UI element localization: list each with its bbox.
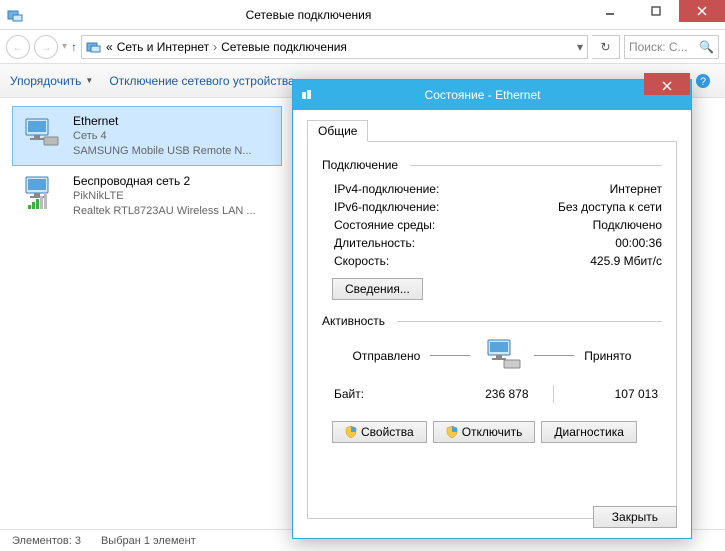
search-icon: 🔍 xyxy=(699,40,714,54)
activity-sent-label: Отправлено xyxy=(353,349,421,363)
nav-bar: ← → ▾ ↑ « Сеть и Интернет › Сетевые подк… xyxy=(0,30,725,64)
back-button[interactable]: ← xyxy=(6,35,30,59)
window-icon xyxy=(0,7,30,23)
window-title: Сетевые подключения xyxy=(30,8,587,22)
wifi-icon xyxy=(21,173,63,213)
forward-button[interactable]: → xyxy=(34,35,58,59)
ethernet-icon xyxy=(21,113,63,153)
ipv4-value: Интернет xyxy=(610,182,662,196)
speed-label: Скорость: xyxy=(334,254,389,268)
breadcrumb-part1[interactable]: Сеть и Интернет xyxy=(117,40,209,54)
help-button[interactable]: ? xyxy=(691,69,715,93)
media-value: Подключено xyxy=(593,218,662,232)
duration-label: Длительность: xyxy=(334,236,415,250)
up-button[interactable]: ↑ xyxy=(71,40,77,54)
dialog-close-button[interactable] xyxy=(644,73,690,95)
duration-value: 00:00:36 xyxy=(615,236,662,250)
connection-title: Ethernet xyxy=(73,113,273,129)
breadcrumb-prefix: « xyxy=(106,40,113,54)
connection-network: PikNikLTE xyxy=(73,189,273,204)
status-item-count: Элементов: 3 xyxy=(12,535,81,547)
connection-adapter: SAMSUNG Mobile USB Remote N... xyxy=(73,144,273,159)
disable-button[interactable]: Отключить xyxy=(433,421,536,443)
ipv4-label: IPv4-подключение: xyxy=(334,182,439,196)
ipv6-label: IPv6-подключение: xyxy=(334,200,439,214)
tab-general[interactable]: Общие xyxy=(307,120,368,142)
activity-recv-label: Принято xyxy=(584,349,631,363)
disable-device-button[interactable]: Отключение сетевого устройства xyxy=(109,74,294,88)
shield-icon xyxy=(446,426,458,438)
search-input[interactable]: Поиск: С... 🔍 xyxy=(624,35,719,59)
refresh-button[interactable]: ↻ xyxy=(592,35,620,59)
window-titlebar: Сетевые подключения xyxy=(0,0,725,30)
connection-adapter: Realtek RTL8723AU Wireless LAN ... xyxy=(73,204,273,219)
connection-item-wireless[interactable]: Беспроводная сеть 2 PikNikLTE Realtek RT… xyxy=(12,166,282,226)
folder-icon xyxy=(86,40,102,54)
properties-button[interactable]: Свойства xyxy=(332,421,427,443)
tab-panel: Подключение IPv4-подключение: Интернет IP… xyxy=(307,141,677,519)
close-button[interactable] xyxy=(679,0,725,22)
breadcrumb-sep: › xyxy=(213,40,217,54)
status-dialog: Состояние - Ethernet Общие Подключение I… xyxy=(292,79,692,539)
connection-item-ethernet[interactable]: Ethernet Сеть 4 SAMSUNG Mobile USB Remot… xyxy=(12,106,282,166)
svg-text:?: ? xyxy=(700,76,706,88)
search-placeholder: Поиск: С... xyxy=(629,40,688,54)
connection-network: Сеть 4 xyxy=(73,129,273,144)
shield-icon xyxy=(345,426,357,438)
close-dialog-button[interactable]: Закрыть xyxy=(593,506,677,528)
bytes-recv: 107 013 xyxy=(554,387,659,401)
bytes-sent: 236 878 xyxy=(424,387,553,401)
speed-value: 425.9 Мбит/с xyxy=(590,254,662,268)
breadcrumb-dropdown[interactable]: ▾ xyxy=(577,40,583,54)
media-label: Состояние среды: xyxy=(334,218,435,232)
diagnose-button[interactable]: Диагностика xyxy=(541,421,637,443)
ipv6-value: Без доступа к сети xyxy=(558,200,662,214)
recent-dropdown[interactable]: ▾ xyxy=(62,41,67,52)
activity-icon xyxy=(480,336,524,375)
minimize-button[interactable] xyxy=(587,0,633,22)
group-activity-label: Активность xyxy=(322,314,391,328)
breadcrumb-part2[interactable]: Сетевые подключения xyxy=(221,40,347,54)
dialog-icon xyxy=(293,88,321,102)
bytes-label: Байт: xyxy=(334,387,424,401)
details-button[interactable]: Сведения... xyxy=(332,278,423,300)
maximize-button[interactable] xyxy=(633,0,679,22)
dialog-titlebar[interactable]: Состояние - Ethernet xyxy=(293,80,691,110)
connection-title: Беспроводная сеть 2 xyxy=(73,173,273,189)
organize-menu[interactable]: Упорядочить▼ xyxy=(10,74,93,88)
status-selected: Выбран 1 элемент xyxy=(101,535,196,547)
breadcrumb[interactable]: « Сеть и Интернет › Сетевые подключения … xyxy=(81,35,588,59)
group-connection-label: Подключение xyxy=(322,158,404,172)
dialog-title: Состояние - Ethernet xyxy=(321,88,644,102)
